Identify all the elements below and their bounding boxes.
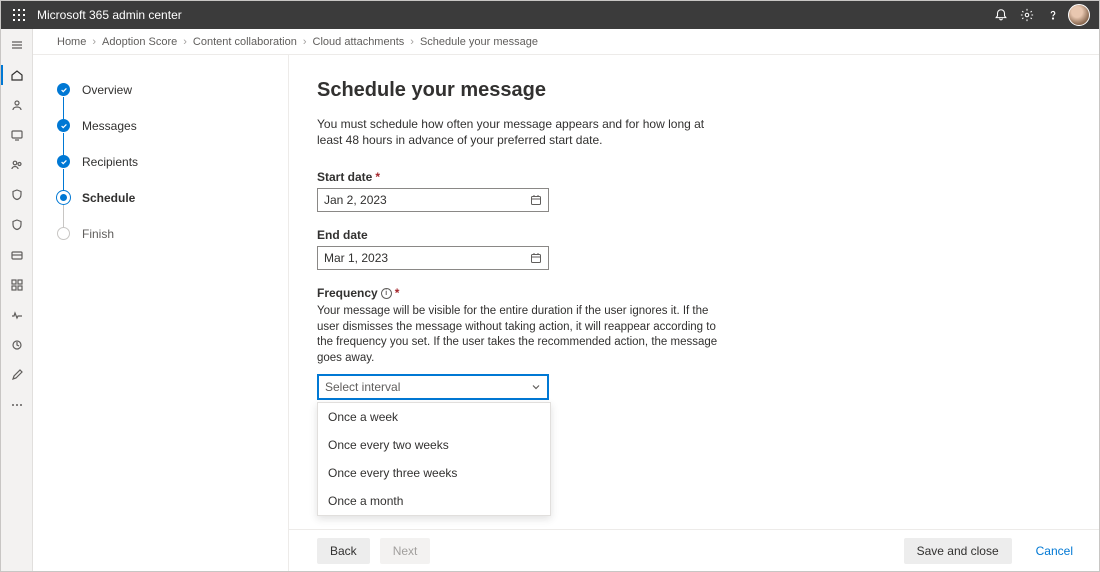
rail-home-icon[interactable] bbox=[7, 65, 27, 85]
rail-edit-icon[interactable] bbox=[7, 365, 27, 385]
rail-setup-icon[interactable] bbox=[7, 335, 27, 355]
settings-icon[interactable] bbox=[1015, 3, 1039, 27]
rail-menu-icon[interactable] bbox=[7, 35, 27, 55]
topbar: Microsoft 365 admin center bbox=[1, 1, 1099, 29]
wizard-steps: Overview Messages Recipients Schedule bbox=[33, 55, 288, 571]
page-description: You must schedule how often your message… bbox=[317, 116, 717, 148]
rail-groups-icon[interactable] bbox=[7, 155, 27, 175]
rail-devices-icon[interactable] bbox=[7, 125, 27, 145]
frequency-placeholder: Select interval bbox=[325, 380, 400, 394]
rail-users-icon[interactable] bbox=[7, 95, 27, 115]
rail-shield-icon[interactable] bbox=[7, 185, 27, 205]
required-marker: * bbox=[395, 286, 400, 300]
step-todo-icon bbox=[57, 227, 70, 240]
step-current-icon bbox=[57, 191, 70, 204]
start-date-value: Jan 2, 2023 bbox=[324, 193, 387, 207]
frequency-dropdown: Once a week Once every two weeks Once ev… bbox=[317, 402, 551, 516]
frequency-option[interactable]: Once every three weeks bbox=[318, 459, 550, 487]
rail-shield2-icon[interactable] bbox=[7, 215, 27, 235]
step-recipients[interactable]: Recipients bbox=[82, 155, 138, 169]
calendar-icon bbox=[530, 252, 542, 264]
frequency-label: Frequency bbox=[317, 286, 378, 300]
required-marker: * bbox=[375, 170, 380, 184]
frequency-select[interactable]: Select interval Once a week Once every t… bbox=[317, 374, 549, 400]
footer: Back Next Save and close Cancel bbox=[289, 529, 1099, 571]
step-messages[interactable]: Messages bbox=[82, 119, 137, 133]
left-rail bbox=[1, 29, 33, 571]
end-date-input[interactable]: Mar 1, 2023 bbox=[317, 246, 549, 270]
step-done-icon bbox=[57, 119, 70, 132]
notifications-icon[interactable] bbox=[989, 3, 1013, 27]
save-and-close-button[interactable]: Save and close bbox=[904, 538, 1012, 564]
next-button: Next bbox=[380, 538, 431, 564]
step-schedule[interactable]: Schedule bbox=[82, 191, 135, 205]
frequency-option[interactable]: Once a month bbox=[318, 487, 550, 515]
step-overview[interactable]: Overview bbox=[82, 83, 132, 97]
frequency-option[interactable]: Once every two weeks bbox=[318, 431, 550, 459]
step-done-icon bbox=[57, 155, 70, 168]
back-button[interactable]: Back bbox=[317, 538, 370, 564]
cancel-link[interactable]: Cancel bbox=[1036, 544, 1073, 558]
rail-billing-icon[interactable] bbox=[7, 245, 27, 265]
account-avatar[interactable] bbox=[1067, 3, 1091, 27]
breadcrumb-item[interactable]: Adoption Score bbox=[102, 36, 177, 48]
info-icon[interactable]: i bbox=[381, 288, 392, 299]
app-launcher-icon[interactable] bbox=[9, 5, 29, 25]
rail-health-icon[interactable] bbox=[7, 305, 27, 325]
start-date-label: Start date bbox=[317, 170, 372, 184]
rail-apps-icon[interactable] bbox=[7, 275, 27, 295]
end-date-value: Mar 1, 2023 bbox=[324, 251, 388, 265]
app-title: Microsoft 365 admin center bbox=[37, 8, 182, 22]
chevron-down-icon bbox=[531, 382, 541, 392]
step-done-icon bbox=[57, 83, 70, 96]
breadcrumb: Home› Adoption Score› Content collaborat… bbox=[33, 29, 1099, 55]
end-date-label: End date bbox=[317, 228, 368, 242]
frequency-option[interactable]: Once a week bbox=[318, 403, 550, 431]
page-title: Schedule your message bbox=[317, 79, 1099, 102]
rail-more-icon[interactable] bbox=[7, 395, 27, 415]
breadcrumb-item[interactable]: Content collaboration bbox=[193, 36, 297, 48]
calendar-icon bbox=[530, 194, 542, 206]
breadcrumb-item[interactable]: Schedule your message bbox=[420, 36, 538, 48]
step-finish[interactable]: Finish bbox=[82, 227, 114, 241]
help-icon[interactable] bbox=[1041, 3, 1065, 27]
breadcrumb-item[interactable]: Cloud attachments bbox=[313, 36, 405, 48]
breadcrumb-item[interactable]: Home bbox=[57, 36, 86, 48]
frequency-help-text: Your message will be visible for the ent… bbox=[317, 304, 727, 366]
start-date-input[interactable]: Jan 2, 2023 bbox=[317, 188, 549, 212]
